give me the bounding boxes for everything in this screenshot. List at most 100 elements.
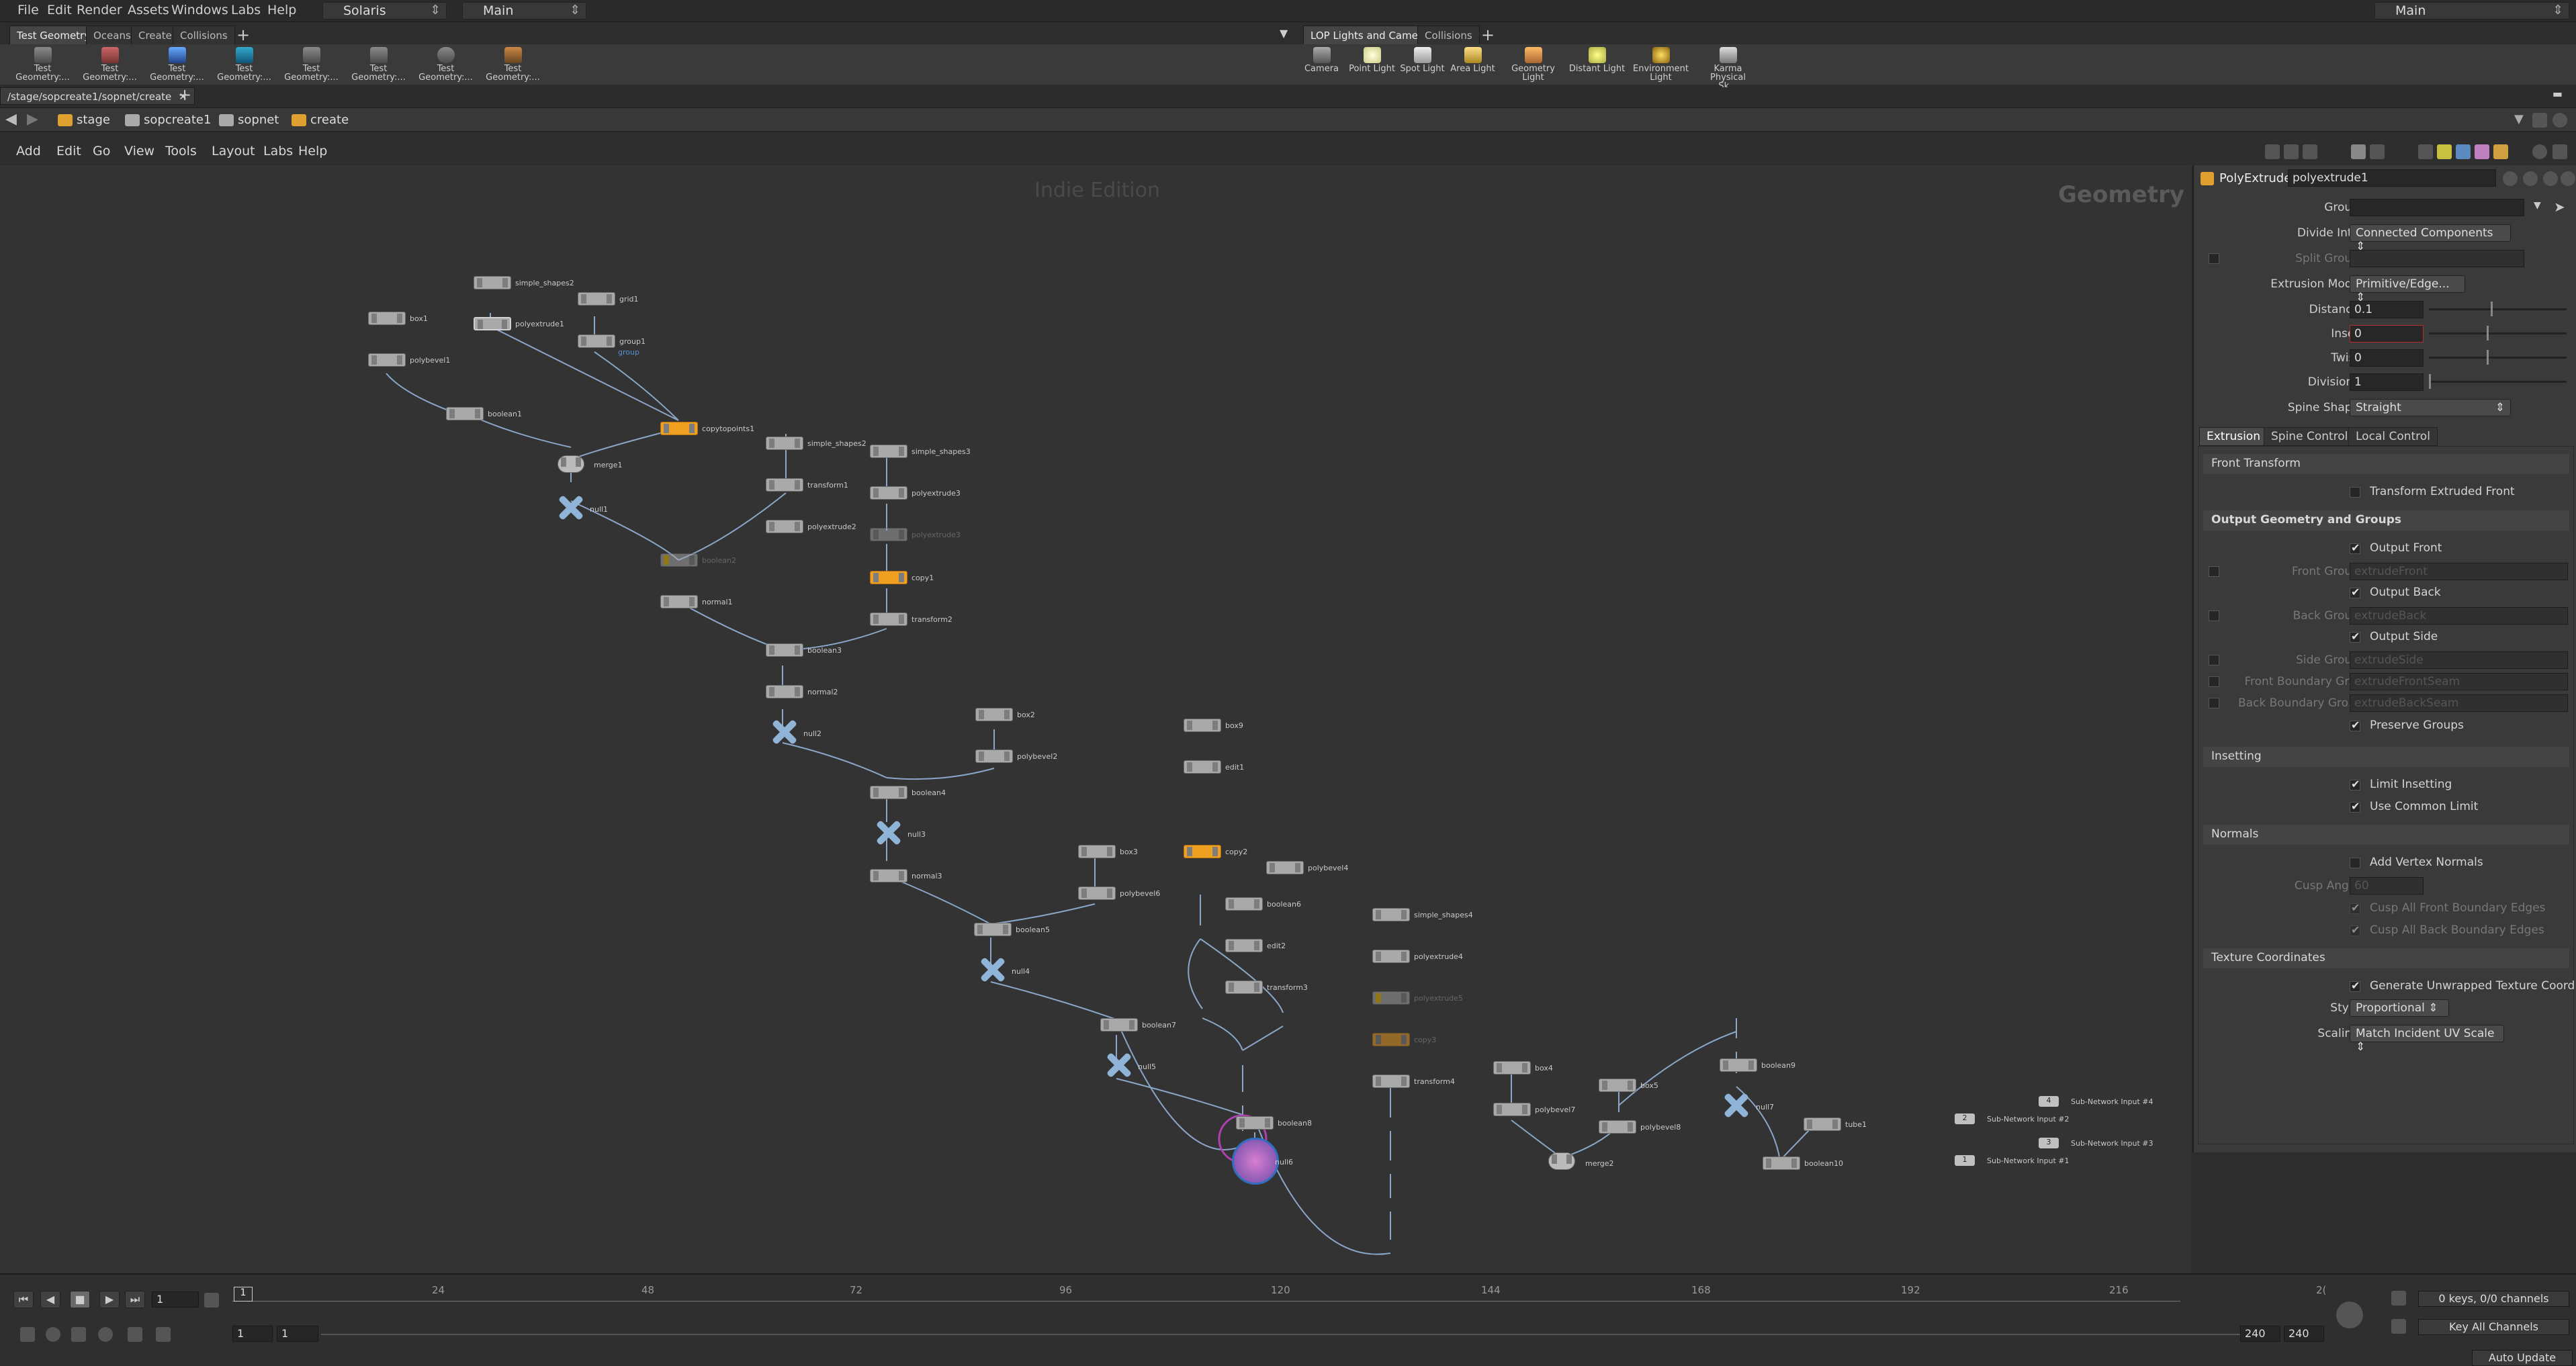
node-normal1[interactable] <box>660 595 698 608</box>
record-icon[interactable] <box>98 1327 113 1342</box>
menu-help[interactable]: Help <box>267 3 296 17</box>
net-menu-add[interactable]: Add <box>16 144 41 158</box>
main-dropdown[interactable]: Main ⇕ <box>462 2 586 19</box>
node-tube1[interactable] <box>1804 1118 1841 1131</box>
node-box9[interactable] <box>1184 719 1221 732</box>
menu-render[interactable]: Render <box>77 3 122 17</box>
shelf-tab-collisions[interactable]: Collisions <box>173 26 235 44</box>
stop-button[interactable]: ■ <box>70 1291 90 1308</box>
tool-distant-light[interactable]: Distant Light <box>1568 44 1626 85</box>
tool-area-light[interactable]: Area Light <box>1444 44 1501 85</box>
grid-snap-icon[interactable] <box>2284 144 2299 159</box>
node-box3[interactable] <box>1078 845 1116 858</box>
node-grid1[interactable] <box>578 292 615 306</box>
node-null3[interactable] <box>875 819 902 846</box>
cusp-front-checkbox[interactable] <box>2350 901 2360 914</box>
cusp-back-checkbox[interactable] <box>2350 923 2360 936</box>
node-transform1[interactable] <box>766 478 803 492</box>
distance-slider[interactable] <box>2429 302 2567 316</box>
style-menu[interactable]: Proportional ⇕ <box>2350 999 2449 1017</box>
node-null1[interactable] <box>558 494 584 521</box>
tool-spot-light[interactable]: Spot Light <box>1394 44 1451 85</box>
start-frame-field[interactable]: 1 <box>232 1326 273 1342</box>
current-frame-field[interactable]: 1 <box>152 1291 199 1308</box>
node-polybevel6[interactable] <box>1078 886 1116 900</box>
desktop-dropdown[interactable]: Solaris ⇕ <box>322 2 447 19</box>
node-normal2[interactable] <box>766 685 803 698</box>
tool-camera[interactable]: Camera <box>1293 44 1350 85</box>
node-boolean1[interactable] <box>446 407 484 420</box>
sub-network-input-2[interactable]: 2 <box>1955 1113 1975 1124</box>
slider-handle[interactable] <box>2491 302 2493 316</box>
breadcrumb-sopnet[interactable]: sopnet <box>215 112 283 128</box>
node-edit1[interactable] <box>1184 760 1221 774</box>
select-arrow-icon[interactable]: ➤ <box>2554 199 2565 215</box>
front-boundary-field[interactable]: extrudeFrontSeam <box>2350 673 2568 690</box>
net-menu-layout[interactable]: Layout <box>212 144 255 158</box>
node-transform4[interactable] <box>1372 1075 1410 1088</box>
node-boolean3[interactable] <box>766 643 803 657</box>
node-transform3[interactable] <box>1225 981 1263 994</box>
side-group-field[interactable]: extrudeSide <box>2350 651 2568 669</box>
node-polyextrude3-bypassed[interactable] <box>870 528 907 541</box>
shelf-tab-test-geometry[interactable]: Test Geometry <box>9 26 98 44</box>
node-copytopoints1[interactable] <box>660 422 698 435</box>
key-icon[interactable] <box>128 1327 142 1342</box>
transform-front-checkbox[interactable] <box>2350 487 2360 498</box>
add-pane-tab-icon[interactable]: + <box>178 85 191 104</box>
split-group-field[interactable] <box>2350 250 2524 267</box>
step-keys-icon[interactable] <box>204 1293 219 1308</box>
tab-spine-control[interactable]: Spine Control <box>2264 427 2356 446</box>
node-polybevel4[interactable] <box>1266 861 1304 874</box>
inset-slider[interactable] <box>2429 326 2567 340</box>
wrench-icon[interactable] <box>2265 144 2280 159</box>
vertex-normals-checkbox[interactable] <box>2350 858 2360 868</box>
node-boolean9[interactable] <box>1720 1058 1757 1072</box>
node-null7[interactable] <box>1723 1092 1750 1119</box>
menu-edit[interactable]: Edit <box>47 3 72 17</box>
slider-handle[interactable] <box>2487 350 2489 365</box>
node-boolean2[interactable] <box>660 553 698 567</box>
node-boolean4[interactable] <box>870 786 907 799</box>
node-copy2[interactable] <box>1184 845 1221 858</box>
inset-field[interactable]: 0 <box>2350 325 2424 343</box>
twist-slider[interactable] <box>2429 350 2567 365</box>
help-icon[interactable] <box>2561 171 2575 186</box>
range-end-field[interactable]: 240 <box>2240 1326 2280 1342</box>
breadcrumb-create[interactable]: create <box>287 112 353 128</box>
node-boolean5[interactable] <box>974 923 1012 936</box>
audio-icon[interactable] <box>46 1327 60 1342</box>
node-null2[interactable] <box>771 719 798 745</box>
range-start-field[interactable]: 1 <box>277 1326 318 1342</box>
tool-test-geometry-6[interactable]: Test Geometry:... <box>347 44 410 85</box>
realtime-toggle-icon[interactable] <box>20 1327 35 1342</box>
list-view-icon[interactable] <box>2303 144 2317 159</box>
section-texture-coordinates[interactable]: Texture Coordinates <box>2203 948 2569 968</box>
node-polybevel2[interactable] <box>975 749 1013 763</box>
path-dropdown-icon[interactable]: ▼ <box>2514 112 2524 126</box>
node-copy3[interactable] <box>1372 1033 1410 1046</box>
net-menu-edit[interactable]: Edit <box>56 144 81 158</box>
node-box5[interactable] <box>1599 1079 1636 1092</box>
side-group-toggle[interactable] <box>2209 655 2219 666</box>
slider-handle[interactable] <box>2487 326 2489 340</box>
channel-icon[interactable] <box>2391 1291 2406 1306</box>
node-polyextrude5[interactable] <box>1372 991 1410 1005</box>
tool-test-geometry-1[interactable]: Test Geometry:... <box>11 44 75 85</box>
node-edit2[interactable] <box>1225 939 1263 952</box>
node-box2[interactable] <box>975 708 1013 721</box>
shelf-tab-collisions-right[interactable]: Collisions <box>1417 26 1480 44</box>
jump-start-button[interactable]: ⏮ <box>13 1291 34 1308</box>
chevron-down-icon[interactable]: ▼ <box>2534 200 2541 211</box>
sub-network-input-1[interactable]: 1 <box>1955 1155 1975 1166</box>
info-icon[interactable] <box>2543 171 2558 186</box>
net-menu-tools[interactable]: Tools <box>165 144 197 158</box>
network-box-icon[interactable] <box>2493 144 2508 159</box>
background-image-icon[interactable] <box>2456 144 2471 159</box>
breadcrumb-stage[interactable]: stage <box>54 112 114 128</box>
tool-test-geometry-8[interactable]: Test Geometry:... <box>481 44 545 85</box>
key-pin-icon[interactable] <box>2336 1302 2363 1328</box>
search-icon[interactable] <box>2532 144 2547 159</box>
node-box1[interactable] <box>368 312 406 325</box>
section-output-geometry[interactable]: Output Geometry and Groups <box>2203 510 2569 531</box>
